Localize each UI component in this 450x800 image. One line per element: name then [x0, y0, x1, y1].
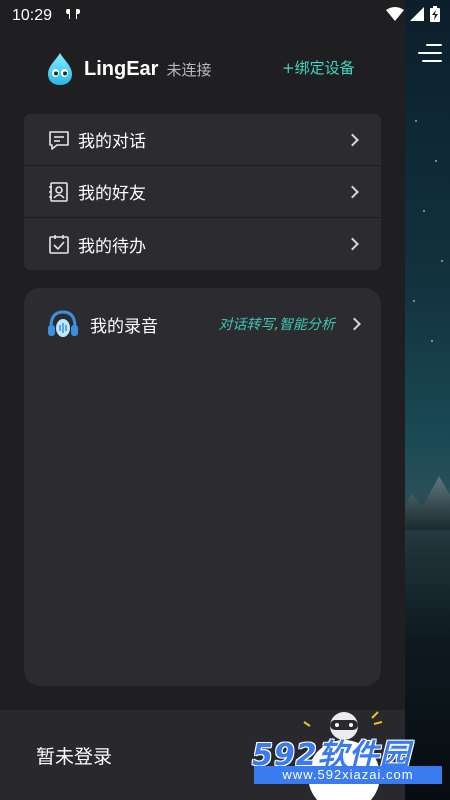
menu-item-label: 我的对话: [78, 132, 146, 152]
chat-icon: [48, 129, 70, 151]
water-drop-face-icon: [44, 52, 76, 86]
star-decoration: [431, 340, 433, 342]
status-time: 10:29: [12, 7, 53, 24]
menu-item-friends[interactable]: 我的好友: [24, 166, 381, 218]
wifi-icon: [386, 7, 404, 25]
star-decoration: [441, 260, 443, 262]
signal-icon: [410, 7, 424, 25]
chevron-right-icon: [346, 185, 359, 198]
bind-device-button[interactable]: +绑定设备: [282, 57, 355, 78]
contacts-icon: [48, 181, 70, 203]
star-decoration: [435, 160, 437, 162]
menu-list: 我的对话 我的好友 我的待办: [24, 114, 381, 270]
earbuds-icon: [66, 8, 81, 24]
menu-item-todos[interactable]: 我的待办: [24, 218, 381, 270]
watermark-url: www.592xiazai.com: [254, 766, 442, 784]
connection-status: 未连接: [166, 60, 212, 79]
chevron-right-icon: [348, 317, 361, 331]
menu-item-conversations[interactable]: 我的对话: [24, 114, 381, 166]
menu-item-label: 我的好友: [78, 184, 146, 204]
recordings-entry[interactable]: 我的录音 对话转写,智能分析: [46, 306, 361, 342]
login-status[interactable]: 暂未登录: [36, 742, 112, 769]
chevron-right-icon: [346, 133, 359, 146]
star-decoration: [413, 300, 415, 302]
hamburger-menu-icon[interactable]: [418, 42, 442, 64]
headphones-icon: [46, 307, 80, 341]
background-app-preview[interactable]: [405, 0, 450, 800]
recordings-card: 我的录音 对话转写,智能分析: [24, 288, 381, 686]
recordings-label: 我的录音: [90, 316, 158, 337]
battery-charging-icon: [430, 6, 440, 26]
menu-item-label: 我的待办: [78, 236, 146, 257]
todo-icon: [48, 233, 70, 255]
recordings-hint: 对话转写,智能分析: [218, 317, 335, 333]
app-name: LingEar: [84, 57, 159, 80]
star-decoration: [423, 210, 425, 212]
drawer-header: LingEar 未连接: [44, 52, 211, 86]
chevron-right-icon: [346, 237, 359, 251]
watermark: 592软件园 www.592xiazai.com: [248, 728, 444, 786]
star-decoration: [415, 120, 417, 122]
status-bar: 10:29: [0, 0, 450, 32]
mountain-decoration: [405, 476, 450, 530]
